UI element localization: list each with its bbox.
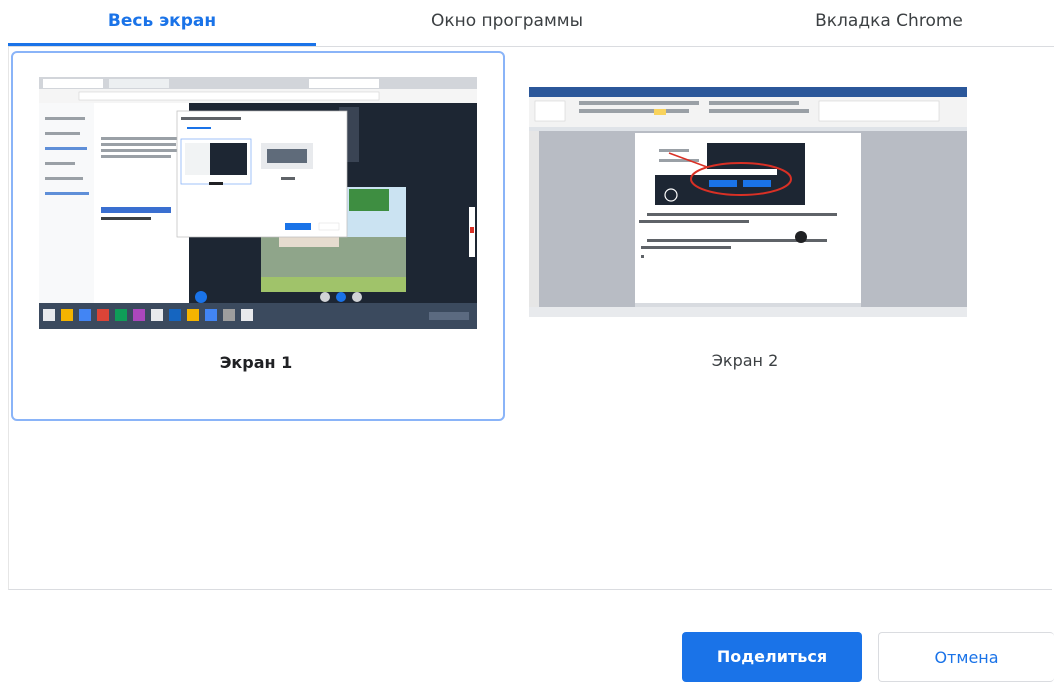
- tab-chrome-tab[interactable]: Вкладка Chrome: [748, 0, 1030, 46]
- tab-application-window[interactable]: Окно программы: [366, 0, 648, 46]
- screen-option-1[interactable]: Экран 1: [11, 51, 505, 421]
- share-screen-dialog: Весь экран Окно программы Вкладка Chrome: [0, 0, 1054, 682]
- tab-entire-screen[interactable]: Весь экран: [8, 0, 316, 46]
- screens-list: Экран 1 Экран 2: [8, 47, 1052, 590]
- screen-2-thumbnail: [529, 87, 967, 317]
- screen-1-thumbnail: [39, 77, 477, 329]
- screen-2-label: Экран 2: [711, 351, 779, 370]
- cancel-button[interactable]: Отмена: [878, 632, 1054, 682]
- screen-1-label: Экран 1: [219, 353, 293, 372]
- screen-option-2[interactable]: Экран 2: [517, 51, 997, 421]
- share-button[interactable]: Поделиться: [682, 632, 862, 682]
- source-tabs: Весь экран Окно программы Вкладка Chrome: [0, 0, 1054, 47]
